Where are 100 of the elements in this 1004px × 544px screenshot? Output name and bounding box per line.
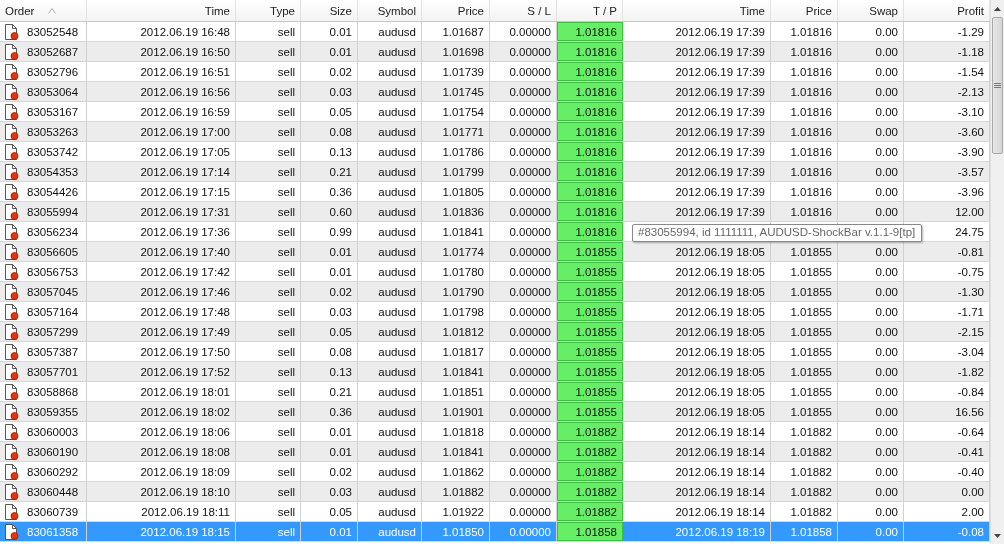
table-cell: 1.01882 — [771, 482, 838, 501]
table-cell: 2012.06.19 17:49 — [87, 322, 236, 341]
column-header[interactable]: Swap — [838, 0, 904, 21]
table-cell: 0.01 — [301, 42, 358, 61]
order-row[interactable]: 83061358 2012.06.19 18:15 sell 0.01 audusd 1.01850 0.00000 1.01858 2012.06.19 18:19 1.01858 0.00 -0.08 — [0, 522, 990, 542]
column-header[interactable]: Size — [301, 0, 358, 21]
table-cell: 2012.06.19 16:48 — [87, 22, 236, 41]
table-cell: sell — [236, 282, 301, 301]
table-cell: 83060292 — [27, 465, 79, 478]
column-header[interactable]: Price — [771, 0, 838, 21]
table-cell: 2012.06.19 18:06 — [87, 422, 236, 441]
document-icon — [3, 183, 19, 200]
table-cell: 2012.06.19 18:05 — [623, 342, 771, 361]
table-cell: 1.01816 — [771, 102, 838, 121]
document-icon — [3, 463, 19, 480]
document-icon — [3, 503, 19, 520]
table-cell: 2012.06.19 18:08 — [87, 442, 236, 461]
table-cell: sell — [236, 122, 301, 141]
table-cell: 2012.06.19 17:46 — [87, 282, 236, 301]
column-header[interactable]: Symbol — [358, 0, 422, 21]
table-cell: 1.01816 — [557, 162, 623, 181]
table-cell: 2012.06.19 17:39 — [623, 142, 771, 161]
scrollbar[interactable] — [990, 0, 1004, 544]
table-cell: 0.00 — [838, 82, 904, 101]
table-cell: 1.01858 — [771, 522, 838, 541]
table-cell: audusd — [358, 382, 422, 401]
order-row[interactable]: 83054353 2012.06.19 17:14 sell 0.21 audusd 1.01799 0.00000 1.01816 2012.06.19 17:39 1.01816 0.00 -3.57 — [0, 162, 990, 182]
table-cell: 0.00 — [838, 102, 904, 121]
table-cell: 1.01816 — [557, 22, 623, 41]
table-cell: sell — [236, 42, 301, 61]
table-cell: audusd — [358, 362, 422, 381]
scrollbar-thumb[interactable] — [992, 17, 1003, 154]
table-cell: 83054353 — [27, 165, 79, 178]
table-cell: 1.01855 — [771, 322, 838, 341]
table-cell: 0.05 — [301, 102, 358, 121]
order-row[interactable]: 83052687 2012.06.19 16:50 sell 0.01 audusd 1.01698 0.00000 1.01816 2012.06.19 17:39 1.01816 0.00 -1.18 — [0, 42, 990, 62]
table-cell: 2012.06.19 18:19 — [623, 522, 771, 541]
table-cell: 0.00 — [838, 382, 904, 401]
column-header[interactable]: S / L — [490, 0, 557, 21]
order-row[interactable]: 83060190 2012.06.19 18:08 sell 0.01 audusd 1.01841 0.00000 1.01882 2012.06.19 18:14 1.01882 0.00 -0.41 — [0, 442, 990, 462]
table-cell: 1.01816 — [557, 102, 623, 121]
table-cell: 0.36 — [301, 402, 358, 421]
order-row[interactable]: 83060448 2012.06.19 18:10 sell 0.03 audusd 1.01882 0.00000 1.01882 2012.06.19 18:14 1.01882 0.00 0.00 — [0, 482, 990, 502]
table-cell: 0.00 — [838, 62, 904, 81]
table-cell: 0.01 — [301, 22, 358, 41]
column-header[interactable]: Time — [87, 0, 236, 21]
order-row[interactable]: 83053263 2012.06.19 17:00 sell 0.08 audusd 1.01771 0.00000 1.01816 2012.06.19 17:39 1.01816 0.00 -3.60 — [0, 122, 990, 142]
table-cell: sell — [236, 162, 301, 181]
order-row[interactable]: 83057701 2012.06.19 17:52 sell 0.13 audusd 1.01841 0.00000 1.01855 2012.06.19 18:05 1.01855 0.00 -1.82 — [0, 362, 990, 382]
table-cell: 2012.06.19 17:39 — [623, 42, 771, 61]
order-row[interactable]: 83055994 2012.06.19 17:31 sell 0.60 audusd 1.01836 0.00000 1.01816 2012.06.19 17:39 1.01816 0.00 12.00 — [0, 202, 990, 222]
table-cell: 1.01855 — [557, 242, 623, 261]
table-cell: 2012.06.19 17:40 — [87, 242, 236, 261]
table-cell: 2012.06.19 17:00 — [87, 122, 236, 141]
table-cell: 1.01855 — [771, 382, 838, 401]
document-icon — [3, 223, 19, 240]
order-row[interactable]: 83057299 2012.06.19 17:49 sell 0.05 audusd 1.01812 0.00000 1.01855 2012.06.19 18:05 1.01855 0.00 -2.15 — [0, 322, 990, 342]
table-cell: 83054426 — [27, 185, 79, 198]
table-cell: 2012.06.19 16:51 — [87, 62, 236, 81]
table-cell: audusd — [358, 482, 422, 501]
document-icon — [3, 363, 19, 380]
column-header[interactable]: T / P — [557, 0, 623, 21]
table-cell: 1.01816 — [771, 122, 838, 141]
table-cell: 0.01 — [301, 242, 358, 261]
table-cell: 1.01882 — [557, 442, 623, 461]
order-row[interactable]: 83053064 2012.06.19 16:56 sell 0.03 audusd 1.01745 0.00000 1.01816 2012.06.19 17:39 1.01816 0.00 -2.13 — [0, 82, 990, 102]
order-row[interactable]: 83059355 2012.06.19 18:02 sell 0.36 audusd 1.01901 0.00000 1.01855 2012.06.19 18:05 1.01855 0.00 16.56 — [0, 402, 990, 422]
table-cell: 1.01855 — [557, 322, 623, 341]
order-row[interactable]: 83057045 2012.06.19 17:46 sell 0.02 audusd 1.01790 0.00000 1.01855 2012.06.19 18:05 1.01855 0.00 -1.30 — [0, 282, 990, 302]
table-cell: 1.01816 — [771, 142, 838, 161]
table-cell: audusd — [358, 22, 422, 41]
table-cell: audusd — [358, 342, 422, 361]
table-cell: 83056605 — [27, 245, 79, 258]
table-cell: 83057164 — [27, 305, 79, 318]
table-cell: 0.03 — [301, 482, 358, 501]
table-cell: audusd — [358, 282, 422, 301]
table-cell: 2012.06.19 18:15 — [87, 522, 236, 541]
document-icon — [3, 243, 19, 260]
column-header[interactable]: Time — [623, 0, 771, 21]
table-cell: 2012.06.19 17:42 — [87, 262, 236, 281]
table-cell: 1.01817 — [422, 342, 490, 361]
table-cell: 0.00 — [838, 362, 904, 381]
table-cell: 83057701 — [27, 365, 79, 378]
table-cell: sell — [236, 22, 301, 41]
document-icon — [3, 423, 19, 440]
order-row[interactable]: 83056605 2012.06.19 17:40 sell 0.01 audusd 1.01774 0.00000 1.01855 2012.06.19 18:05 1.01855 0.00 -0.81 — [0, 242, 990, 262]
table-cell: 83056234 — [27, 225, 79, 238]
table-cell: 2012.06.19 18:10 — [87, 482, 236, 501]
table-cell: 0.00 — [838, 442, 904, 461]
table-cell: sell — [236, 142, 301, 161]
table-cell: sell — [236, 502, 301, 521]
column-header[interactable]: Order — [0, 0, 87, 21]
column-header[interactable]: Price — [422, 0, 490, 21]
table-cell: 0.00 — [838, 202, 904, 221]
table-cell: 0.13 — [301, 362, 358, 381]
table-cell: 83058868 — [27, 385, 79, 398]
table-cell: 1.01855 — [557, 342, 623, 361]
table-cell: 2012.06.19 17:05 — [87, 142, 236, 161]
document-icon — [3, 383, 19, 400]
column-header[interactable]: Type — [236, 0, 301, 21]
